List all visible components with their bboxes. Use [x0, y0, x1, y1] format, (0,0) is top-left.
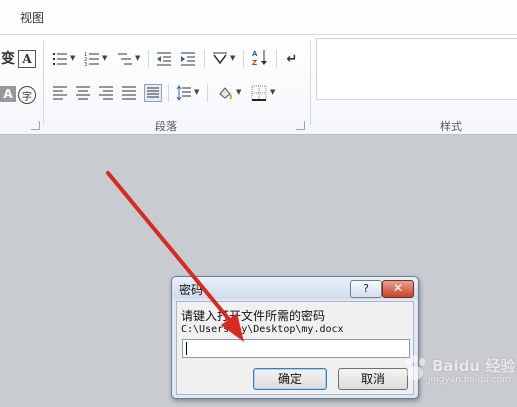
- ribbon: 变 A A 字 ▼ 123 ▼ ▼ ▼ AZ ↵ ▼ ▼ ▼ 段落 样式: [0, 35, 517, 135]
- shading-dropdown-icon[interactable]: ▼: [236, 88, 241, 96]
- bullets-icon[interactable]: [52, 51, 68, 67]
- align-center-icon[interactable]: [75, 85, 91, 101]
- password-prompt: 请键入打开文件所需的密码: [181, 309, 326, 323]
- chinese-layout-icon[interactable]: [212, 51, 228, 67]
- styles-gallery[interactable]: [316, 38, 517, 100]
- menu-bar: 视图: [0, 0, 517, 35]
- distributed-align-icon[interactable]: [144, 84, 162, 102]
- tab-view[interactable]: 视图: [20, 9, 44, 26]
- paragraph-dialog-launcher-icon[interactable]: [296, 121, 305, 130]
- watermark: Baidu 经验 jingyan.baidu.com: [398, 350, 516, 395]
- increase-indent-icon[interactable]: [180, 51, 196, 67]
- borders-dropdown-icon[interactable]: ▼: [270, 88, 275, 96]
- multilevel-dropdown-icon[interactable]: ▼: [135, 54, 140, 62]
- numbering-dropdown-icon[interactable]: ▼: [102, 54, 107, 62]
- shading-icon[interactable]: [217, 85, 233, 101]
- align-right-icon[interactable]: [98, 85, 114, 101]
- group-separator: [43, 41, 44, 125]
- baidu-paw-icon: [405, 355, 425, 380]
- dialog-title: 密码: [179, 283, 204, 297]
- multilevel-list-icon[interactable]: [117, 51, 133, 67]
- bullets-dropdown-icon[interactable]: ▼: [70, 54, 75, 62]
- decrease-indent-icon[interactable]: [156, 51, 172, 67]
- font-dialog-launcher-icon[interactable]: [31, 121, 40, 130]
- character-shading-icon[interactable]: A: [0, 86, 16, 102]
- watermark-text: Baidu 经验: [432, 357, 516, 375]
- chinese-layout-dropdown-icon[interactable]: ▼: [230, 54, 235, 62]
- svg-text:Z: Z: [252, 59, 257, 67]
- align-left-icon[interactable]: [52, 85, 68, 101]
- password-dialog: 密码 ? ✕ 请键入打开文件所需的密码 C:\Users\my\Desktop\…: [171, 276, 419, 399]
- numbering-icon[interactable]: 123: [84, 51, 100, 67]
- styles-group-label: 样式: [440, 120, 462, 133]
- change-case-icon[interactable]: 变: [0, 50, 16, 67]
- close-button[interactable]: ✕: [382, 280, 414, 298]
- character-border-icon[interactable]: A: [18, 50, 36, 68]
- file-path: C:\Users\my\Desktop\my.docx: [181, 324, 344, 335]
- password-input[interactable]: [182, 339, 410, 358]
- borders-icon[interactable]: [251, 85, 267, 101]
- line-spacing-icon[interactable]: [176, 85, 192, 101]
- watermark-url: jingyan.baidu.com: [428, 375, 512, 385]
- justify-icon[interactable]: [121, 85, 137, 101]
- sort-icon[interactable]: AZ: [252, 50, 268, 67]
- ok-button[interactable]: 确定: [253, 368, 327, 390]
- dialog-body: 请键入打开文件所需的密码 C:\Users\my\Desktop\my.docx…: [176, 301, 414, 395]
- group-separator: [310, 41, 311, 125]
- help-button[interactable]: ?: [350, 280, 382, 298]
- svg-text:3: 3: [84, 62, 87, 67]
- line-spacing-dropdown-icon[interactable]: ▼: [194, 88, 199, 96]
- dialog-titlebar[interactable]: 密码 ? ✕: [172, 277, 418, 299]
- text-caret: [186, 342, 187, 355]
- svg-text:A: A: [252, 50, 258, 58]
- enclose-characters-icon[interactable]: 字: [18, 86, 36, 104]
- show-marks-icon[interactable]: ↵: [284, 51, 300, 67]
- paragraph-group-label: 段落: [155, 120, 177, 133]
